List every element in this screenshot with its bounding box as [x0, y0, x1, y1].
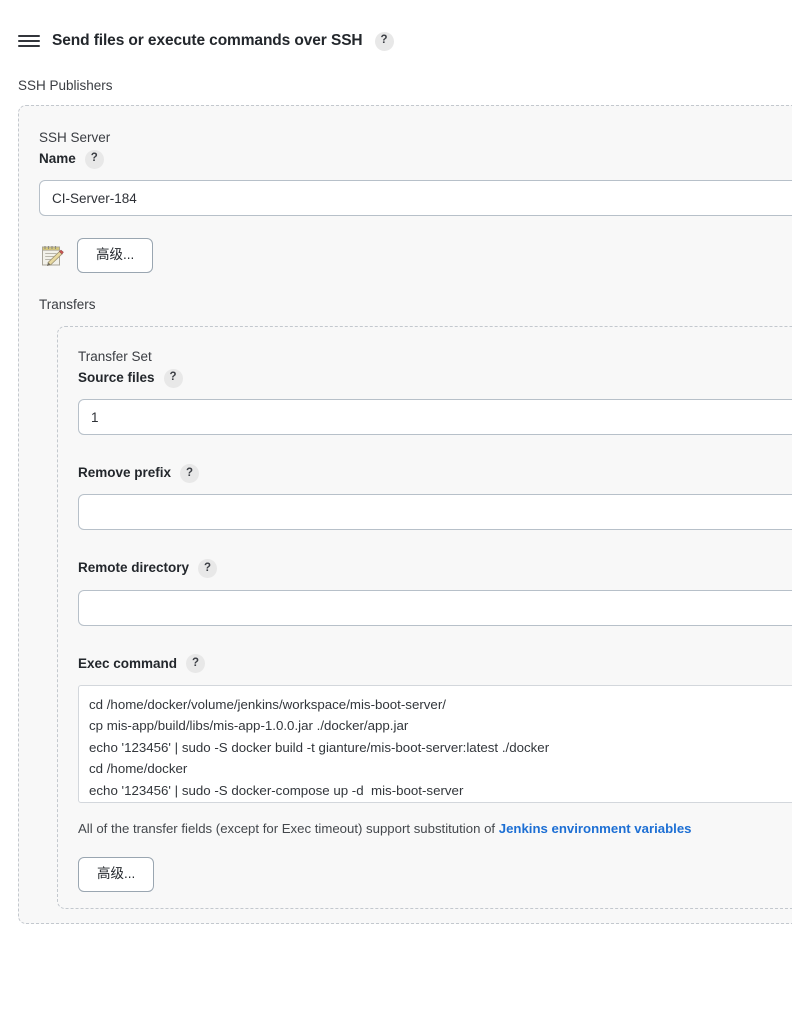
ssh-publisher-panel: SSH Server Name ? 高级... — [18, 105, 792, 924]
exec-command-field-group: Exec command ? — [78, 654, 792, 803]
ssh-server-caption: SSH Server — [39, 130, 111, 145]
exec-command-textarea[interactable] — [78, 684, 792, 803]
ssh-server-field-group: SSH Server Name ? — [39, 128, 792, 217]
help-question-icon[interactable]: ? — [163, 368, 183, 388]
remote-directory-label-row: Remote directory ? — [78, 558, 792, 579]
ssh-server-advanced-row: 高级... — [39, 238, 792, 274]
exec-command-label: Exec command — [78, 655, 178, 671]
panel-header: Send files or execute commands over SSH … — [0, 0, 792, 56]
source-files-label-row: Source files ? — [78, 368, 792, 388]
ssh-server-name-label: Name — [39, 150, 76, 166]
help-question-icon[interactable]: ? — [374, 31, 394, 51]
ssh-server-advanced-button[interactable]: 高级... — [77, 238, 154, 274]
source-files-label: Source files — [78, 369, 155, 385]
jenkins-environment-variables-link[interactable]: Jenkins environment variables — [499, 821, 692, 836]
remote-directory-input[interactable] — [78, 589, 792, 626]
substitution-helper-note: All of the transfer fields (except for E… — [78, 819, 792, 839]
transfer-set-advanced-button[interactable]: 高级... — [78, 856, 155, 892]
source-files-field-group: Transfer Set Source files ? — [78, 347, 792, 436]
remove-prefix-label: Remove prefix — [78, 465, 172, 481]
transfer-set-advanced-row: 高级... — [78, 856, 792, 892]
remote-directory-label: Remote directory — [78, 560, 190, 576]
ssh-publisher-page: Send files or execute commands over SSH … — [0, 0, 792, 1010]
remove-prefix-label-row: Remove prefix ? — [78, 463, 792, 483]
exec-command-label-row: Exec command ? — [78, 654, 792, 674]
page-title: Send files or execute commands over SSH — [52, 32, 363, 49]
ssh-server-name-input[interactable] — [39, 180, 792, 217]
transfers-label: Transfers — [39, 297, 96, 313]
help-question-icon[interactable]: ? — [180, 463, 200, 483]
help-question-icon[interactable]: ? — [186, 654, 206, 674]
hamburger-drag-icon[interactable] — [18, 33, 40, 49]
remove-prefix-input[interactable] — [78, 494, 792, 531]
ssh-server-name-label-row: Name ? — [39, 149, 792, 169]
remove-prefix-field-group: Remove prefix ? — [78, 463, 792, 531]
help-question-icon[interactable]: ? — [84, 149, 104, 169]
transfer-set-panel: Transfer Set Source files ? Remove prefi… — [57, 326, 792, 909]
source-files-input[interactable] — [78, 399, 792, 436]
transfer-set-caption: Transfer Set — [78, 349, 152, 365]
help-question-icon[interactable]: ? — [198, 559, 218, 579]
notepad-pencil-icon — [42, 245, 64, 266]
ssh-publishers-label: SSH Publishers — [18, 78, 113, 93]
helper-note-text: All of the transfer fields (except for E… — [78, 820, 499, 836]
remote-directory-field-group: Remote directory ? — [78, 558, 792, 626]
